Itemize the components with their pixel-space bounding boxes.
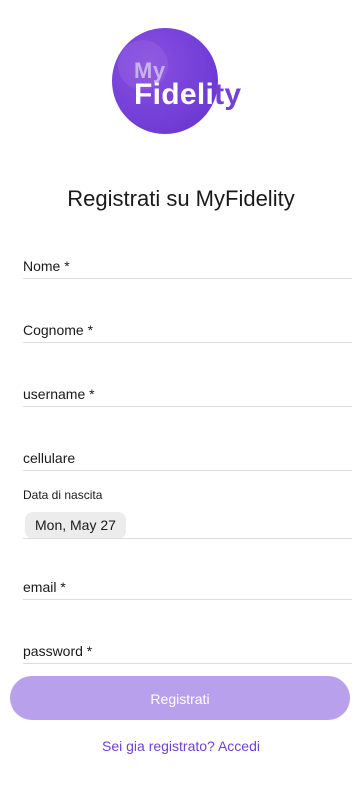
nome-field[interactable] — [23, 254, 352, 279]
birthdate-picker[interactable]: Mon, May 27 — [25, 512, 126, 539]
cognome-field[interactable] — [23, 318, 352, 343]
birthdate-label: Data di nascita — [23, 488, 103, 502]
birthdate-divider — [23, 538, 352, 539]
app-logo: My Fidelity — [112, 28, 252, 136]
username-field[interactable] — [23, 382, 352, 407]
logo-text-fidelity-tail: ty — [214, 78, 242, 111]
email-field[interactable] — [23, 575, 352, 600]
nome-input[interactable] — [23, 254, 352, 278]
password-field[interactable] — [23, 639, 352, 664]
cognome-input[interactable] — [23, 318, 352, 342]
register-button[interactable]: Registrati — [10, 676, 350, 720]
cellulare-field[interactable] — [23, 446, 352, 471]
email-input[interactable] — [23, 575, 352, 599]
password-input[interactable] — [23, 639, 352, 663]
cellulare-input[interactable] — [23, 446, 352, 470]
page-title: Registrati su MyFidelity — [67, 186, 295, 211]
logo-text-fidelity: Fidelity — [134, 78, 241, 112]
username-input[interactable] — [23, 382, 352, 406]
login-link[interactable]: Sei gia registrato? Accedi — [0, 738, 362, 754]
logo-text-fidelity-main: Fideli — [134, 78, 215, 111]
